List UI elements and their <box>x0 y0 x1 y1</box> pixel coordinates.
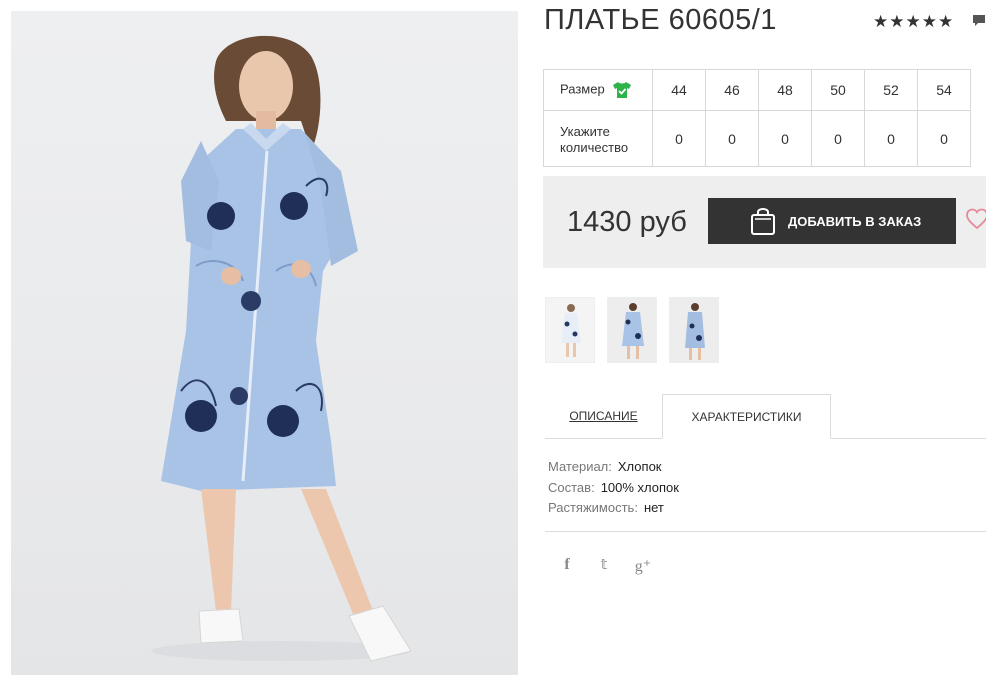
dress-illustration <box>151 35 412 662</box>
shopping-bag-icon <box>751 208 775 235</box>
price-box: 1430 руб ДОБАВИТЬ В ЗАКАЗ <box>543 176 986 268</box>
product-price: 1430 руб <box>567 206 687 238</box>
spec-key: Материал: <box>548 459 612 474</box>
wishlist-heart-icon[interactable] <box>966 208 986 230</box>
spec-key: Растяжимость: <box>548 500 638 515</box>
thumbnail-3-image <box>670 298 718 362</box>
characteristics-list: Материал: Хлопок Состав: 100% хлопок Растя… <box>548 457 679 519</box>
tab-characteristics[interactable]: ХАРАКТЕРИСТИКИ <box>662 394 831 439</box>
twitter-icon[interactable]: 𝕥 <box>593 556 615 576</box>
google-plus-icon[interactable]: g⁺ <box>630 556 656 576</box>
quantity-input-44[interactable]: 0 <box>652 110 706 167</box>
spec-row-material: Материал: Хлопок <box>548 457 679 478</box>
thumbnail-2-image <box>608 298 656 362</box>
quantity-row: Укажите количество 0 0 0 0 0 0 <box>543 110 971 167</box>
size-option-54[interactable]: 54 <box>917 69 971 111</box>
tshirt-size-icon[interactable] <box>612 81 632 99</box>
size-option-44[interactable]: 44 <box>652 69 706 111</box>
size-label-cell: Размер <box>543 69 653 111</box>
divider <box>545 531 986 532</box>
thumbnail-1[interactable] <box>545 297 595 363</box>
spec-row-stretch: Растяжимость: нет <box>548 498 679 519</box>
spec-value: нет <box>643 500 664 515</box>
facebook-icon[interactable]: f <box>556 556 578 576</box>
quantity-label-cell: Укажите количество <box>543 110 653 167</box>
product-title: ПЛАТЬЕ 60605/1 <box>544 4 777 36</box>
comment-icon[interactable] <box>972 14 986 28</box>
size-option-52[interactable]: 52 <box>864 69 918 111</box>
spec-key: Состав: <box>548 479 595 495</box>
quantity-input-48[interactable]: 0 <box>758 110 812 167</box>
main-product-photo[interactable] <box>11 11 518 675</box>
size-quantity-table: Размер 44 46 48 50 52 54 Укажите количес… <box>543 69 971 167</box>
quantity-input-46[interactable]: 0 <box>705 110 759 167</box>
size-option-46[interactable]: 46 <box>705 69 759 111</box>
size-option-50[interactable]: 50 <box>811 69 865 111</box>
quantity-input-54[interactable]: 0 <box>917 110 971 167</box>
rating-stars[interactable]: ★★★★★ <box>873 12 954 32</box>
quantity-input-52[interactable]: 0 <box>864 110 918 167</box>
thumbnail-1-image <box>546 298 594 362</box>
product-tabs: ОПИСАНИЕ ХАРАКТЕРИСТИКИ <box>545 394 986 439</box>
size-label: Размер <box>560 81 605 97</box>
spec-value: 100% хлопок <box>600 479 679 495</box>
thumbnail-2[interactable] <box>607 297 657 363</box>
quantity-label: Укажите количество <box>560 123 629 155</box>
quantity-input-50[interactable]: 0 <box>811 110 865 167</box>
spec-value: Хлопок <box>617 459 662 474</box>
size-row: Размер 44 46 48 50 52 54 <box>543 69 971 111</box>
spec-row-composition: Состав: 100% хлопок <box>548 478 679 499</box>
add-to-order-label: ДОБАВИТЬ В ЗАКАЗ <box>788 213 922 229</box>
add-to-order-button[interactable]: ДОБАВИТЬ В ЗАКАЗ <box>708 198 956 244</box>
thumbnail-3[interactable] <box>669 297 719 363</box>
tab-description[interactable]: ОПИСАНИЕ <box>545 394 662 438</box>
size-option-48[interactable]: 48 <box>758 69 812 111</box>
